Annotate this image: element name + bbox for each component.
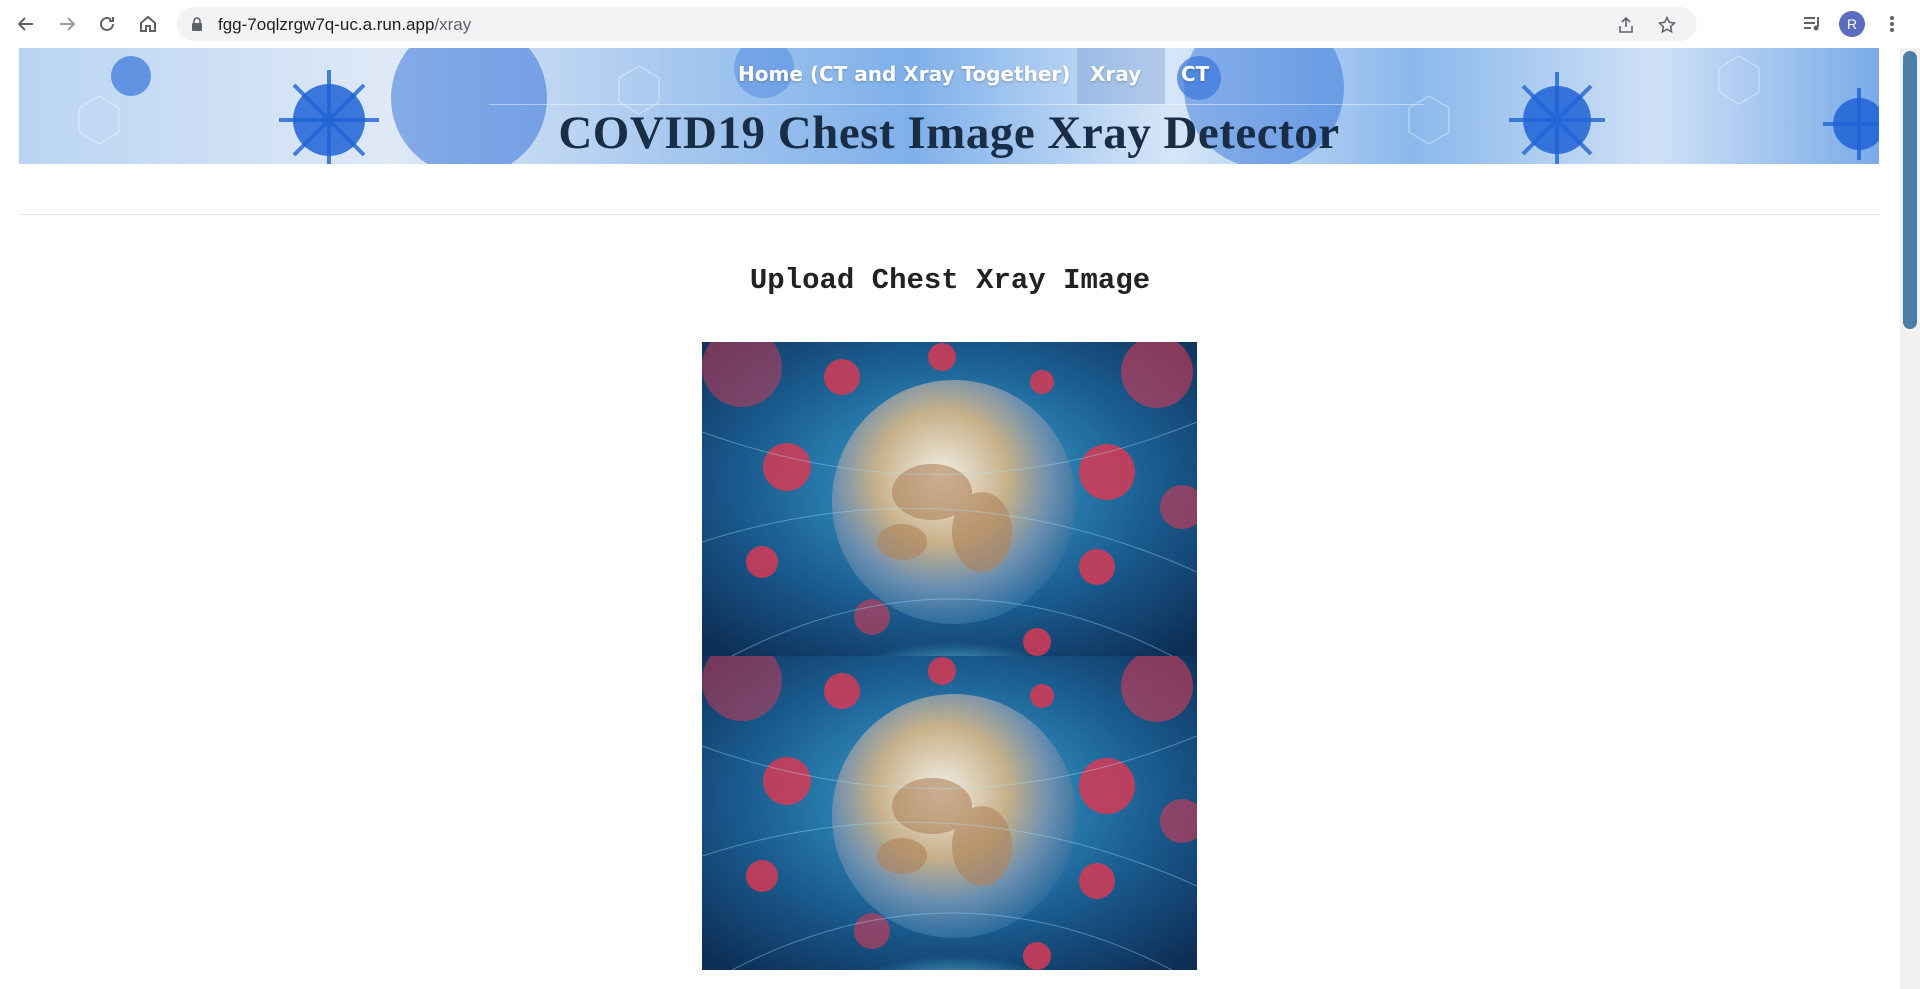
site-title: COVID19 Chest Image Xray Detector [558,107,1340,159]
nav-menu: Home (CT and Xray Together) Xray CT [19,48,1879,104]
forward-icon[interactable] [53,10,81,38]
earth-virus-image[interactable] [702,656,1197,970]
nav-item-home[interactable]: Home (CT and Xray Together) [738,62,1070,86]
menu-divider [489,104,1424,105]
back-icon[interactable] [12,10,40,38]
avatar-letter: R [1846,16,1858,32]
section-divider [19,214,1879,215]
profile-avatar[interactable]: R [1839,11,1865,37]
star-icon[interactable] [1656,14,1678,36]
upload-heading: Upload Chest Xray Image [749,264,1151,297]
header-banner: Home (CT and Xray Together) Xray CT COVI… [19,48,1879,164]
nav-item-ct[interactable]: CT [1181,62,1209,86]
home-icon[interactable] [134,10,162,38]
address-bar[interactable]: fgg-7oqlzrgw7q-uc.a.run.app/xray [177,7,1697,41]
scrollbar-thumb[interactable] [1903,51,1917,329]
lock-icon[interactable] [191,17,203,36]
share-icon[interactable] [1615,14,1637,36]
reload-icon[interactable] [93,10,121,38]
kebab-menu-icon[interactable] [1879,11,1905,37]
page-content: Home (CT and Xray Together) Xray CT COVI… [0,48,1900,989]
browser-toolbar: fgg-7oqlzrgw7q-uc.a.run.app/xray R [0,0,1920,48]
nav-item-xray[interactable]: Xray [1090,62,1141,86]
media-queue-icon[interactable] [1799,11,1825,37]
earth-virus-image[interactable] [702,342,1197,656]
page-scrollbar[interactable] [1900,48,1920,989]
url-text[interactable]: fgg-7oqlzrgw7q-uc.a.run.app/xray [218,15,471,35]
